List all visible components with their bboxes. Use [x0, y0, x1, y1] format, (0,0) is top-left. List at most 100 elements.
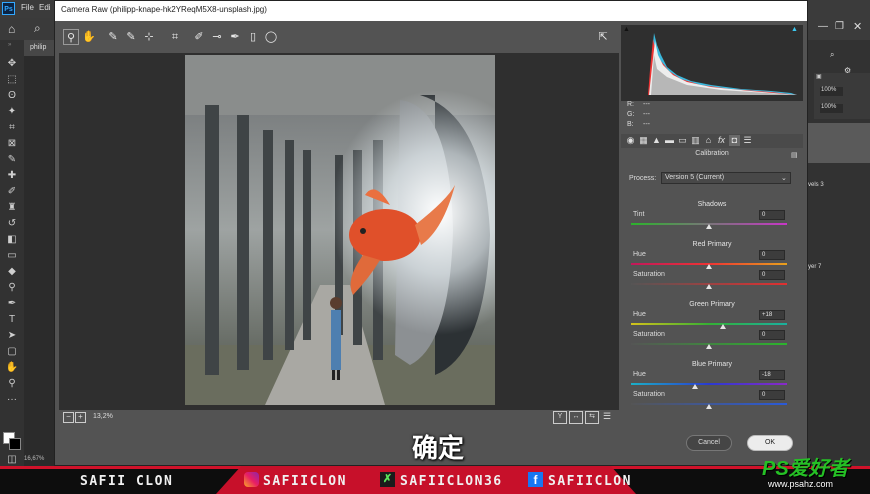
tab-detail-icon[interactable]: ▲ [651, 135, 662, 146]
dodge-tool-icon[interactable]: ⚲ [5, 282, 19, 294]
color-sampler-tool-icon[interactable]: ✎ [123, 29, 139, 45]
eraser-tool-icon[interactable]: ◧ [5, 234, 19, 246]
layer-name-levels[interactable]: vels 3 [808, 182, 824, 188]
graduated-filter-icon[interactable]: ▯ [245, 29, 261, 45]
hand-tool-icon[interactable]: ✋ [5, 362, 19, 374]
cancel-button[interactable]: Cancel [686, 435, 732, 451]
type-tool-icon[interactable]: T [5, 314, 19, 326]
lasso-tool-icon[interactable]: ʘ [5, 90, 19, 102]
tab-transform-icon[interactable]: ⌂ [703, 135, 714, 146]
crop-tool-icon[interactable]: ⌗ [167, 29, 183, 45]
process-select[interactable]: Version 5 (Current) ⌄ [661, 172, 791, 184]
menu-edit[interactable]: Edi [39, 3, 51, 12]
before-after-icon[interactable]: Y [553, 411, 567, 424]
frame-tool-icon[interactable]: ⊠ [5, 138, 19, 150]
preview-settings-icon[interactable]: ☰ [601, 410, 613, 422]
toolbar-grip-icon: » [8, 42, 12, 48]
ok-button[interactable]: OK [747, 435, 793, 451]
hand-tool-icon[interactable]: ✋ [81, 29, 97, 45]
fill-field[interactable]: 100% [820, 104, 843, 113]
healing-tool-icon[interactable]: ✚ [5, 170, 19, 182]
green-saturation-thumb[interactable] [706, 344, 712, 349]
shadows-title: Shadows [697, 201, 727, 208]
layer-name-layer7[interactable]: yer 7 [808, 264, 821, 270]
panel-title: Calibration [695, 150, 729, 157]
search-icon[interactable]: ⌕ [34, 21, 41, 36]
open-preferences-icon[interactable]: ⇱ [595, 29, 611, 45]
copy-settings-icon[interactable]: ⇆ [585, 411, 599, 424]
blue-primary-title: Blue Primary [691, 361, 733, 368]
tab-effects-icon[interactable]: fx [716, 135, 727, 146]
path-selection-tool-icon[interactable]: ➤ [5, 330, 19, 342]
tab-lens-icon[interactable]: ▥ [690, 135, 701, 146]
blue-saturation-thumb[interactable] [706, 404, 712, 409]
document-tab[interactable]: philip [24, 40, 54, 56]
quick-mask-icon[interactable]: ◫ [5, 454, 19, 466]
spot-removal-tool-icon[interactable]: ✐ [191, 29, 207, 45]
green-hue-slider[interactable] [631, 323, 787, 325]
eyedropper-tool-icon[interactable]: ✎ [5, 154, 19, 166]
layer-row-selected[interactable] [808, 123, 870, 163]
shadows-tint-thumb[interactable] [706, 224, 712, 229]
blue-hue-thumb[interactable] [691, 384, 698, 389]
restore-icon[interactable]: ❐ [835, 21, 844, 32]
history-brush-tool-icon[interactable]: ↺ [5, 218, 19, 230]
dialog-titlebar: Camera Raw (philipp-knape-hk2YReqM5X8-un… [55, 1, 807, 21]
blur-tool-icon[interactable]: ◆ [5, 266, 19, 278]
zoom-tool-icon[interactable]: ⚲ [63, 29, 79, 45]
adjustment-brush-icon[interactable]: ✒ [227, 29, 243, 45]
social-banner: SAFII CLON SAFIICLON ✗ SAFIICLON36 f SAF… [0, 466, 870, 494]
blue-saturation-value[interactable]: 0 [759, 390, 785, 400]
close-icon[interactable]: ✕ [853, 20, 862, 33]
green-hue-thumb[interactable] [720, 324, 727, 329]
background-color-swatch[interactable] [9, 438, 21, 450]
preview-bottom-bar: − + 13,2% Y ↔ ⇆ ☰ [59, 410, 619, 426]
home-icon[interactable]: ⌂ [8, 22, 15, 36]
zoom-out-icon[interactable]: − [63, 412, 74, 423]
red-eye-tool-icon[interactable]: ⊸ [209, 29, 225, 45]
red-hue-value[interactable]: 0 [759, 250, 785, 260]
gradient-tool-icon[interactable]: ▭ [5, 250, 19, 262]
tab-presets-icon[interactable]: ☰ [742, 135, 753, 146]
green-primary-title: Green Primary [689, 301, 735, 308]
pen-tool-icon[interactable]: ✒ [5, 298, 19, 310]
minimize-icon[interactable]: — [818, 21, 828, 32]
image-preview[interactable] [59, 53, 619, 410]
blue-hue-slider[interactable] [631, 383, 787, 385]
lock-icon[interactable]: ▣ [816, 73, 822, 80]
crop-tool-icon[interactable]: ⌗ [5, 122, 19, 134]
more-tools-icon[interactable]: ··· [5, 394, 19, 406]
swap-settings-icon[interactable]: ↔ [569, 411, 583, 424]
channel-name: SAFII CLON [80, 474, 174, 489]
blue-hue-value[interactable]: -18 [759, 370, 785, 380]
zoom-level[interactable]: 13,2% [93, 413, 113, 420]
tab-basic-icon[interactable]: ◉ [625, 135, 636, 146]
red-hue-thumb[interactable] [706, 264, 712, 269]
tab-calibration-icon[interactable]: ◘ [729, 135, 740, 146]
panel-menu-icon[interactable]: ▤ [791, 151, 798, 159]
green-saturation-value[interactable]: 0 [759, 330, 785, 340]
stamp-tool-icon[interactable]: ♜ [5, 202, 19, 214]
magic-wand-tool-icon[interactable]: ✦ [5, 106, 19, 118]
red-saturation-value[interactable]: 0 [759, 270, 785, 280]
targeted-adjustment-tool-icon[interactable]: ⊹ [141, 29, 157, 45]
menu-file[interactable]: File [21, 3, 34, 12]
green-hue-value[interactable]: +18 [759, 310, 785, 320]
tab-hsl-icon[interactable]: ▬ [664, 135, 675, 146]
marquee-tool-icon[interactable]: ⬚ [5, 74, 19, 86]
opacity-field[interactable]: 100% [820, 87, 843, 96]
chevron-down-icon: ⌄ [781, 175, 787, 182]
radial-filter-icon[interactable]: ◯ [263, 29, 279, 45]
shadows-tint-value[interactable]: 0 [759, 210, 785, 220]
red-saturation-thumb[interactable] [706, 284, 712, 289]
process-value: Version 5 (Current) [665, 174, 725, 181]
brush-tool-icon[interactable]: ✐ [5, 186, 19, 198]
move-tool-icon[interactable]: ✥ [5, 58, 19, 70]
zoom-in-icon[interactable]: + [75, 412, 86, 423]
tab-split-toning-icon[interactable]: ▭ [677, 135, 688, 146]
search-icon[interactable]: ⌕ [830, 50, 834, 60]
tab-tone-curve-icon[interactable]: ▦ [638, 135, 649, 146]
shape-tool-icon[interactable]: ▢ [5, 346, 19, 358]
zoom-tool-icon[interactable]: ⚲ [5, 378, 19, 390]
white-balance-tool-icon[interactable]: ✎ [105, 29, 121, 45]
